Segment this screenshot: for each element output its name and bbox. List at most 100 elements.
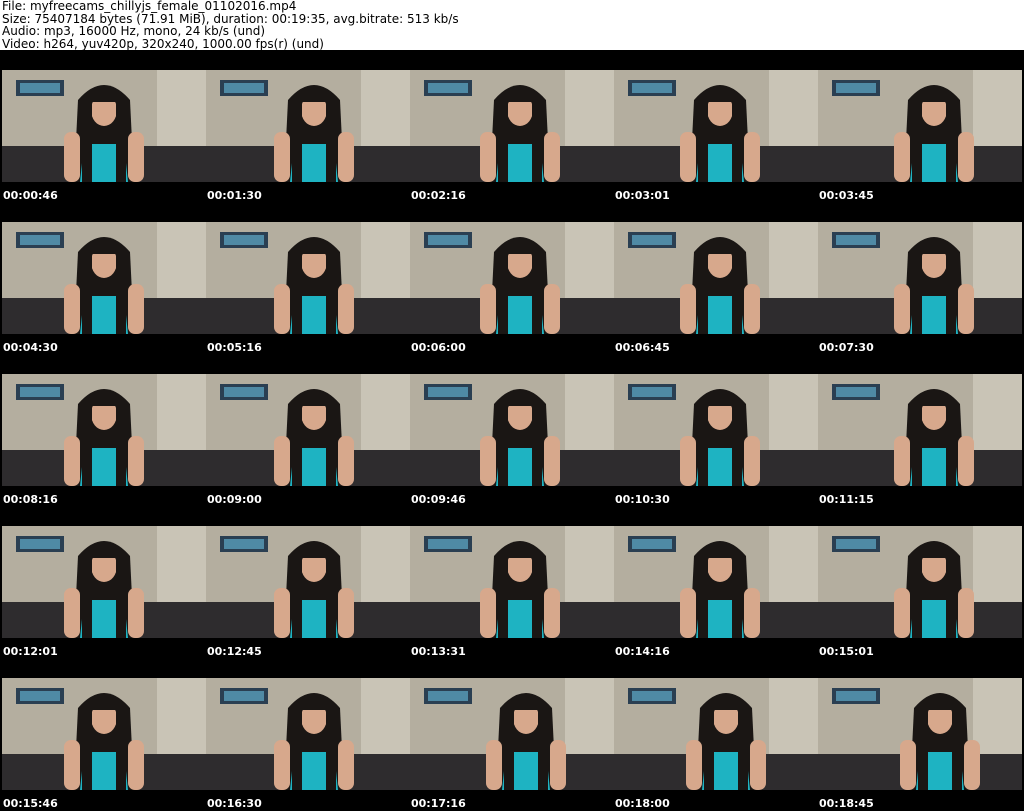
frame-image [410, 374, 614, 486]
wall-art-inner [836, 83, 876, 93]
arm-left [480, 132, 496, 182]
hair-right [946, 98, 956, 182]
video-info-line: Video: h264, yuv420p, 320x240, 1000.00 f… [2, 36, 324, 51]
hair-right [532, 250, 542, 334]
bangs [300, 92, 328, 102]
arm-left [480, 284, 496, 334]
video-frame-thumbnail [614, 222, 818, 334]
arm-left [480, 588, 496, 638]
frame-image [614, 374, 818, 486]
bangs [300, 244, 328, 254]
video-frame-thumbnail [206, 374, 410, 486]
arm-right [744, 284, 760, 334]
bangs [920, 396, 948, 406]
hair-left [698, 554, 708, 638]
arm-left [686, 740, 702, 790]
frame-timestamp: 00:01:30 [207, 189, 262, 202]
frame-image [410, 70, 614, 182]
bangs [300, 396, 328, 406]
hair-left [498, 98, 508, 182]
bangs [300, 700, 328, 710]
arm-right [544, 132, 560, 182]
hair-left [698, 250, 708, 334]
frame-timestamp: 00:18:00 [615, 797, 670, 810]
arm-right [544, 436, 560, 486]
bangs [506, 548, 534, 558]
wall-art-inner [428, 387, 468, 397]
frame-timestamp: 00:15:01 [819, 645, 874, 658]
frame-image [2, 526, 206, 638]
video-frame-thumbnail [410, 374, 614, 486]
hair-right [946, 554, 956, 638]
wall-art-inner [836, 387, 876, 397]
bangs [706, 92, 734, 102]
frame-timestamp: 00:00:46 [3, 189, 58, 202]
wall-art-inner [836, 235, 876, 245]
hair-right [326, 250, 336, 334]
frame-timestamp: 00:05:16 [207, 341, 262, 354]
arm-right [744, 436, 760, 486]
arm-right [338, 740, 354, 790]
arm-left [680, 284, 696, 334]
arm-left [900, 740, 916, 790]
hair-right [326, 706, 336, 790]
hair-right [116, 554, 126, 638]
bangs [712, 700, 740, 710]
wall-art-inner [224, 691, 264, 701]
arm-right [128, 588, 144, 638]
wall-art-inner [224, 539, 264, 549]
hair-left [82, 706, 92, 790]
video-frame-thumbnail [410, 678, 614, 790]
arm-left [274, 436, 290, 486]
arm-right [128, 284, 144, 334]
video-frame-thumbnail [206, 70, 410, 182]
hair-left [498, 554, 508, 638]
frame-timestamp: 00:09:00 [207, 493, 262, 506]
arm-right [550, 740, 566, 790]
video-frame-thumbnail [206, 678, 410, 790]
frame-timestamp: 00:07:30 [819, 341, 874, 354]
arm-left [274, 284, 290, 334]
frame-image [410, 678, 614, 790]
hair-left [82, 250, 92, 334]
frame-image [614, 526, 818, 638]
frame-image [206, 70, 410, 182]
video-frame-thumbnail [2, 526, 206, 638]
frame-timestamp: 00:02:16 [411, 189, 466, 202]
frame-image [614, 222, 818, 334]
hair-right [952, 706, 962, 790]
arm-right [128, 132, 144, 182]
hair-left [912, 98, 922, 182]
wall-art-inner [632, 387, 672, 397]
arm-left [274, 132, 290, 182]
arm-left [274, 588, 290, 638]
frame-timestamp: 00:18:45 [819, 797, 874, 810]
bangs [706, 244, 734, 254]
arm-left [680, 588, 696, 638]
video-frame-thumbnail [614, 526, 818, 638]
wall-art-inner [20, 83, 60, 93]
wall-art-inner [20, 235, 60, 245]
frame-timestamp: 00:03:01 [615, 189, 670, 202]
hair-left [292, 402, 302, 486]
frame-timestamp: 00:12:01 [3, 645, 58, 658]
arm-left [64, 132, 80, 182]
hair-left [504, 706, 514, 790]
frame-image [2, 678, 206, 790]
bangs [506, 396, 534, 406]
wall-art-inner [632, 235, 672, 245]
hair-right [532, 554, 542, 638]
wall-art-inner [632, 539, 672, 549]
hair-right [946, 250, 956, 334]
arm-right [958, 588, 974, 638]
hair-left [912, 250, 922, 334]
bangs [706, 548, 734, 558]
hair-right [732, 402, 742, 486]
arm-right [544, 588, 560, 638]
arm-right [964, 740, 980, 790]
frame-timestamp: 00:16:30 [207, 797, 262, 810]
wall-art-inner [836, 539, 876, 549]
bangs [506, 92, 534, 102]
frame-timestamp: 00:10:30 [615, 493, 670, 506]
frame-image [614, 70, 818, 182]
